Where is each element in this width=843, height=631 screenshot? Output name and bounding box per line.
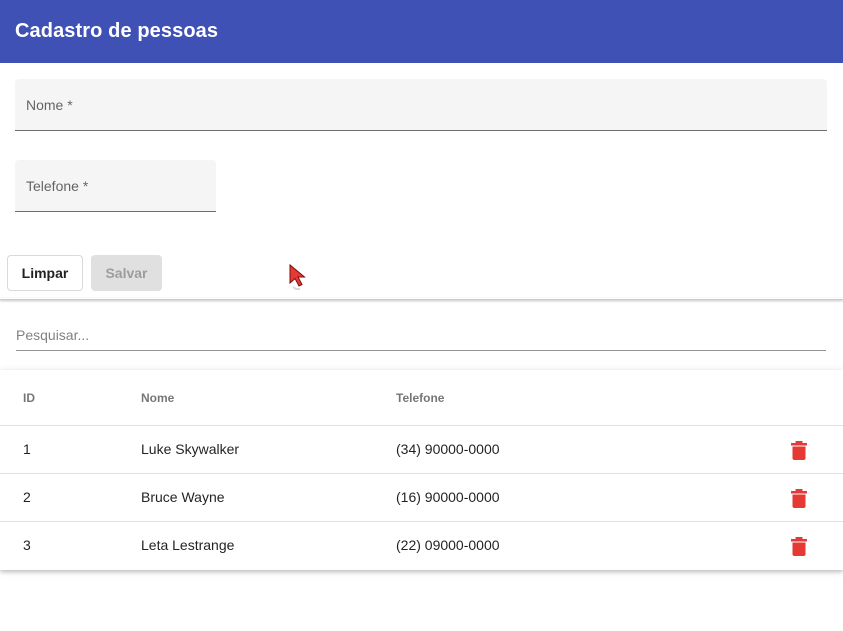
- table-row: 1 Luke Skywalker (34) 90000-0000: [0, 426, 843, 474]
- trash-icon: [791, 536, 807, 556]
- nome-input[interactable]: [15, 79, 827, 130]
- table-row: 3 Leta Lestrange (22) 09000-0000: [0, 522, 843, 570]
- delete-button[interactable]: [785, 436, 813, 464]
- cell-telefone: (22) 09000-0000: [396, 537, 500, 553]
- app-title: Cadastro de pessoas: [15, 20, 219, 42]
- delete-button[interactable]: [785, 484, 813, 512]
- column-header-id: ID: [23, 391, 35, 405]
- cell-telefone: (34) 90000-0000: [396, 441, 500, 457]
- trash-icon: [791, 488, 807, 508]
- table-row: 2 Bruce Wayne (16) 90000-0000: [0, 474, 843, 522]
- cell-nome: Leta Lestrange: [141, 537, 235, 553]
- form-divider: [0, 298, 843, 300]
- cell-telefone: (16) 90000-0000: [396, 489, 500, 505]
- people-table: ID Nome Telefone 1 Luke Skywalker (34) 9…: [0, 370, 843, 570]
- cell-id: 2: [23, 489, 31, 505]
- search-input[interactable]: [16, 320, 826, 350]
- mouse-cursor-icon: [289, 263, 306, 290]
- telefone-field[interactable]: Telefone *: [15, 160, 216, 212]
- trash-icon: [791, 440, 807, 460]
- column-header-nome: Nome: [141, 391, 175, 405]
- column-header-telefone: Telefone: [396, 391, 445, 405]
- salvar-button[interactable]: Salvar: [91, 255, 162, 291]
- app-toolbar: Cadastro de pessoas: [0, 0, 843, 63]
- cell-nome: Luke Skywalker: [141, 441, 240, 457]
- table-header: ID Nome Telefone: [0, 370, 843, 426]
- cell-id: 3: [23, 537, 31, 553]
- search-field[interactable]: [16, 320, 826, 351]
- delete-button[interactable]: [785, 532, 813, 560]
- telefone-input[interactable]: [15, 160, 216, 211]
- cell-nome: Bruce Wayne: [141, 489, 225, 505]
- limpar-button[interactable]: Limpar: [7, 255, 83, 291]
- nome-field[interactable]: Nome *: [15, 79, 827, 131]
- cell-id: 1: [23, 441, 31, 457]
